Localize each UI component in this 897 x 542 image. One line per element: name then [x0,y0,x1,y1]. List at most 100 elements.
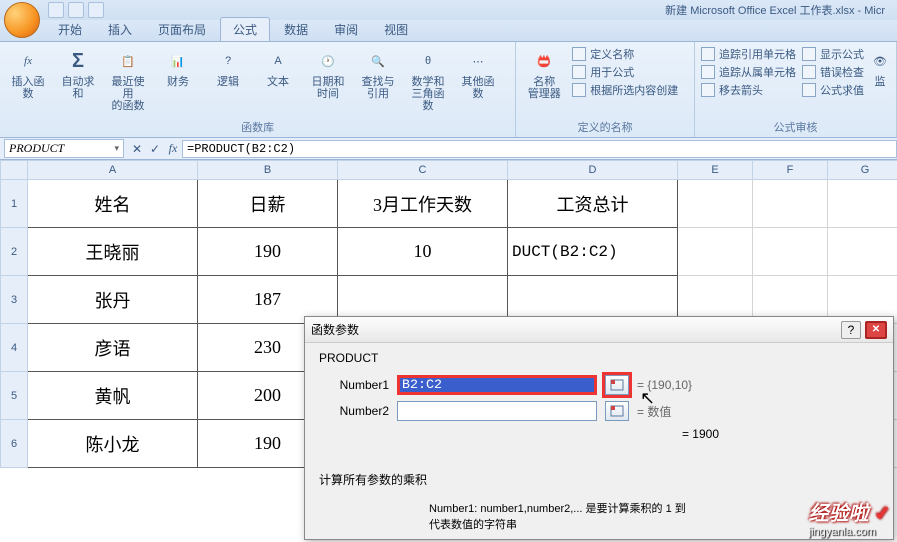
create-selection-icon [572,83,586,97]
arg2-ref-button[interactable] [605,401,629,421]
cell[interactable]: 黄帆 [28,372,198,420]
col-header-F[interactable]: F [753,160,828,180]
col-header-A[interactable]: A [28,160,198,180]
col-header-B[interactable]: B [198,160,338,180]
dialog-close-button[interactable]: ✕ [865,321,887,339]
row-header-6[interactable]: 6 [0,420,28,468]
cell[interactable]: 彦语 [28,324,198,372]
arg1-input[interactable] [397,375,597,395]
ribbon-tabs: 开始 插入 页面布局 公式 数据 审阅 视图 [0,20,897,42]
row-header-2[interactable]: 2 [0,228,28,276]
watch-window-button[interactable]: 👁监 [870,46,890,90]
cell[interactable]: 190 [198,228,338,276]
row-header-3[interactable]: 3 [0,276,28,324]
error-check-icon [802,65,816,79]
tab-formulas[interactable]: 公式 [220,17,270,41]
select-all-corner[interactable] [0,160,28,180]
trace-prec-icon [701,47,715,61]
logical-button[interactable]: ?逻辑 [206,46,250,90]
tab-review[interactable]: 审阅 [322,18,370,41]
dialog-help-button[interactable]: ? [841,321,861,339]
tab-layout[interactable]: 页面布局 [146,18,218,41]
more-functions-button[interactable]: ⋯其他函数 [456,46,500,102]
name-box[interactable]: PRODUCT [4,139,124,158]
trace-dep-icon [701,65,715,79]
trace-precedents-button[interactable]: 追踪引用单元格 [701,46,796,62]
tab-home[interactable]: 开始 [46,18,94,41]
cell[interactable]: 张丹 [28,276,198,324]
recent-icon: 📋 [115,48,141,74]
error-check-button[interactable]: 错误检查 [802,64,864,80]
group-label-library: 函数库 [6,117,509,135]
row-header-4[interactable]: 4 [0,324,28,372]
dialog-function-name: PRODUCT [319,351,879,365]
sigma-icon: Σ [65,48,91,74]
autosum-button[interactable]: Σ自动求和 [56,46,100,102]
arg1-label: Number1 [319,378,389,392]
financial-button[interactable]: 📊财务 [156,46,200,90]
row-header-1[interactable]: 1 [0,180,28,228]
tab-insert[interactable]: 插入 [96,18,144,41]
function-arguments-dialog: 函数参数 ? ✕ PRODUCT Number1 = {190,10} Numb… [304,316,894,540]
group-label-audit: 公式审核 [701,117,890,135]
accept-formula-icon[interactable]: ✓ [146,142,164,156]
dialog-description: 计算所有参数的乘积 [319,471,879,488]
cell[interactable] [828,180,897,228]
title-bar: 新建 Microsoft Office Excel 工作表.xlsx - Mic… [0,0,897,20]
cell[interactable]: 陈小龙 [28,420,198,468]
tab-data[interactable]: 数据 [272,18,320,41]
math-button[interactable]: θ数学和 三角函数 [406,46,450,114]
cell[interactable]: 10 [338,228,508,276]
cell[interactable]: 王晓丽 [28,228,198,276]
cell[interactable] [828,228,897,276]
qat-redo-icon[interactable] [88,2,104,18]
remove-arrows-icon [701,83,715,97]
office-button[interactable] [4,2,40,38]
qat-save-icon[interactable] [48,2,64,18]
eval-icon [802,83,816,97]
tab-view[interactable]: 视图 [372,18,420,41]
evaluate-formula-button[interactable]: 公式求值 [802,82,864,98]
trace-dependents-button[interactable]: 追踪从属单元格 [701,64,796,80]
define-name-icon [572,47,586,61]
cancel-formula-icon[interactable]: ✕ [128,142,146,156]
col-header-G[interactable]: G [828,160,897,180]
formula-bar: PRODUCT ✕ ✓ fx =PRODUCT(B2:C2) [0,138,897,160]
cell[interactable] [678,180,753,228]
arg1-ref-button[interactable] [605,375,629,395]
row-header-5[interactable]: 5 [0,372,28,420]
define-name-button[interactable]: 定义名称 [572,46,678,62]
cell[interactable]: 工资总计 [508,180,678,228]
arg1-result: = {190,10} [637,378,692,392]
arg2-input[interactable] [397,401,597,421]
recent-functions-button[interactable]: 📋最近使用 的函数 [106,46,150,114]
insert-function-button[interactable]: fx插入函数 [6,46,50,102]
lookup-button[interactable]: 🔍查找与 引用 [356,46,400,102]
create-from-selection-button[interactable]: 根据所选内容创建 [572,82,678,98]
formula-input[interactable]: =PRODUCT(B2:C2) [182,140,897,158]
cell[interactable] [753,180,828,228]
cell[interactable]: 姓名 [28,180,198,228]
arg2-result: = 数值 [637,403,671,420]
lookup-icon: 🔍 [365,48,391,74]
group-label-names: 定义的名称 [522,117,688,135]
datetime-button[interactable]: 🕐日期和 时间 [306,46,350,102]
show-formulas-button[interactable]: 显示公式 [802,46,864,62]
remove-arrows-button[interactable]: 移去箭头 [701,82,796,98]
text-button[interactable]: A文本 [256,46,300,90]
cell[interactable]: DUCT(B2:C2) [508,228,678,276]
cell[interactable]: 日薪 [198,180,338,228]
col-header-C[interactable]: C [338,160,508,180]
dialog-title: 函数参数 [311,321,841,338]
more-icon: ⋯ [465,48,491,74]
use-in-formula-button[interactable]: 用于公式 [572,64,678,80]
cell[interactable] [678,228,753,276]
qat-undo-icon[interactable] [68,2,84,18]
ribbon: fx插入函数 Σ自动求和 📋最近使用 的函数 📊财务 ?逻辑 A文本 🕐日期和 … [0,42,897,138]
fx-button-icon[interactable]: fx [164,141,182,156]
col-header-E[interactable]: E [678,160,753,180]
cell[interactable]: 3月工作天数 [338,180,508,228]
cell[interactable] [753,228,828,276]
col-header-D[interactable]: D [508,160,678,180]
name-manager-button[interactable]: 📛名称 管理器 [522,46,566,102]
